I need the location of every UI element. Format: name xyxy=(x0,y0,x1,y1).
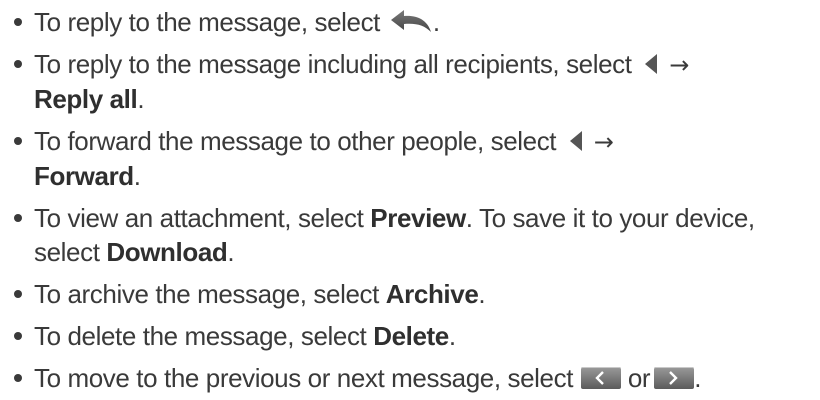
more-options-triangle-icon[interactable] xyxy=(642,52,660,76)
arrow-symbol: → xyxy=(593,128,614,156)
download-label: Download xyxy=(106,237,228,267)
list-item-forward: To forward the message to other people, … xyxy=(14,124,814,193)
reply-arrow-icon[interactable] xyxy=(389,8,433,36)
sentence-end: . xyxy=(694,363,702,393)
sentence-end: . xyxy=(478,279,486,309)
arrow-symbol: → xyxy=(669,51,689,79)
bullet-dot xyxy=(14,18,22,26)
forward-label: Forward xyxy=(34,161,134,191)
archive-label: Archive xyxy=(385,279,479,309)
sentence-end: . xyxy=(448,321,456,351)
attachment-instruction-text: To view an attachment, select xyxy=(34,203,364,233)
sentence-end: . xyxy=(137,84,145,114)
delete-label: Delete xyxy=(373,321,449,351)
delete-instruction-text: To delete the message, select xyxy=(34,321,367,351)
sentence-end: . xyxy=(227,237,235,267)
reply-all-label: Reply all xyxy=(34,84,138,114)
bullet-dot xyxy=(14,290,22,298)
list-item-delete: To delete the message, select Delete. xyxy=(14,319,814,353)
chevron-right-icon xyxy=(669,371,678,385)
bullet-dot xyxy=(14,60,22,68)
next-message-button[interactable] xyxy=(654,367,695,390)
more-options-triangle-icon[interactable] xyxy=(567,129,585,153)
list-item-archive: To archive the message, select Archive. xyxy=(14,277,814,311)
reply-all-instruction-text: To reply to the message including all re… xyxy=(34,49,632,79)
list-item-attachment: To view an attachment, select Preview. T… xyxy=(14,201,814,269)
archive-instruction-text: To archive the message, select xyxy=(34,279,379,309)
forward-instruction-text: To forward the message to other people, … xyxy=(34,126,557,156)
previous-message-button[interactable] xyxy=(581,367,622,390)
preview-label: Preview xyxy=(370,203,466,233)
bullet-dot xyxy=(14,214,22,222)
instruction-list: To reply to the message, select . To rep… xyxy=(14,0,814,395)
list-item-reply: To reply to the message, select . xyxy=(14,5,814,39)
reply-instruction-text: To reply to the message, select xyxy=(34,7,381,37)
or-text: or xyxy=(627,363,651,393)
chevron-left-icon xyxy=(595,371,604,385)
navigate-instruction-text: To move to the previous or next message,… xyxy=(34,363,574,393)
list-item-navigate: To move to the previous or next message,… xyxy=(14,361,814,395)
sentence-end: . xyxy=(133,161,141,191)
bullet-dot xyxy=(14,137,22,145)
bullet-dot xyxy=(14,374,22,382)
sentence-end: . xyxy=(432,7,440,37)
list-item-reply-all: To reply to the message including all re… xyxy=(14,47,814,116)
bullet-dot xyxy=(14,332,22,340)
